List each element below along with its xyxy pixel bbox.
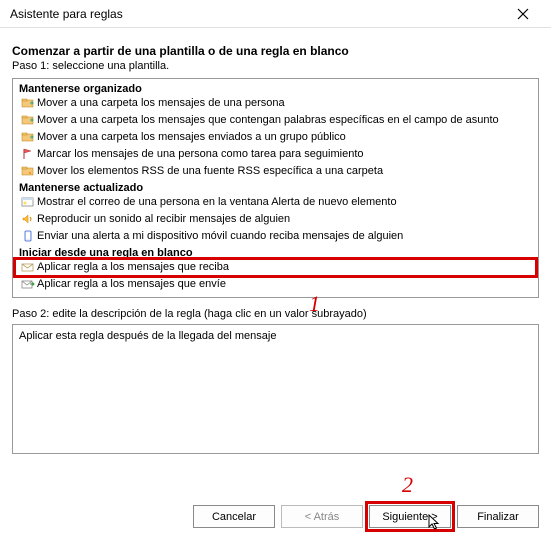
wizard-content: Comenzar a partir de una plantilla o de … <box>0 28 551 454</box>
rule-template-label: Reproducir un sonido al recibir mensajes… <box>37 212 290 227</box>
envelope-out-icon <box>21 277 35 291</box>
annotation-2: 2 <box>402 472 413 498</box>
back-button: < Atrás <box>281 505 363 528</box>
window-title: Asistente para reglas <box>10 7 123 21</box>
folder-move-icon <box>21 113 35 127</box>
rule-template-label: Enviar una alerta a mi dispositivo móvil… <box>37 229 403 244</box>
rule-template-label: Mostrar el correo de una persona en la v… <box>37 195 397 210</box>
envelope-in-icon <box>21 260 35 274</box>
rule-template-item[interactable]: Reproducir un sonido al recibir mensajes… <box>15 211 536 228</box>
rule-template-item[interactable]: Mostrar el correo de una persona en la v… <box>15 194 536 211</box>
title-bar: Asistente para reglas <box>0 0 551 28</box>
section-organized-label: Mantenerse organizado <box>19 83 536 95</box>
button-label: Cancelar <box>212 511 256 523</box>
rule-template-item[interactable]: Aplicar regla a los mensajes que envíe <box>15 276 536 293</box>
finish-button[interactable]: Finalizar <box>457 505 539 528</box>
sound-icon <box>21 212 35 226</box>
rule-template-item[interactable]: Enviar una alerta a mi dispositivo móvil… <box>15 228 536 245</box>
button-label: < Atrás <box>305 511 340 523</box>
rule-template-label: Marcar los mensajes de una persona como … <box>37 147 364 162</box>
step1-label: Paso 1: seleccione una plantilla. <box>12 60 539 72</box>
flag-icon <box>21 147 35 161</box>
cancel-button[interactable]: Cancelar <box>193 505 275 528</box>
rule-description-text: Aplicar esta regla después de la llegada… <box>19 330 276 342</box>
button-label: Finalizar <box>477 511 519 523</box>
button-label: Siguiente > <box>382 511 437 523</box>
wizard-button-bar: Cancelar < Atrás Siguiente > Finalizar <box>193 505 539 528</box>
next-button[interactable]: Siguiente > <box>369 505 451 528</box>
rule-template-label: Mover a una carpeta los mensajes enviado… <box>37 130 346 145</box>
step2-label: Paso 2: edite la descripción de la regla… <box>12 308 539 320</box>
rule-template-item[interactable]: Mover a una carpeta los mensajes enviado… <box>15 129 536 146</box>
folder-move-icon <box>21 96 35 110</box>
alert-window-icon <box>21 195 35 209</box>
rule-template-item[interactable]: Marcar los mensajes de una persona como … <box>15 146 536 163</box>
rule-template-item[interactable]: Mover los elementos RSS de una fuente RS… <box>15 163 536 180</box>
section-blank-label: Iniciar desde una regla en blanco <box>19 247 536 259</box>
intro-heading: Comenzar a partir de una plantilla o de … <box>12 44 539 58</box>
rule-template-label: Aplicar regla a los mensajes que envíe <box>37 277 226 292</box>
mobile-icon <box>21 229 35 243</box>
close-icon <box>517 8 529 20</box>
rule-template-label: Aplicar regla a los mensajes que reciba <box>37 260 229 275</box>
rule-template-item[interactable]: Mover a una carpeta los mensajes que con… <box>15 112 536 129</box>
folder-move-icon <box>21 130 35 144</box>
close-button[interactable] <box>503 0 543 28</box>
rule-template-label: Mover los elementos RSS de una fuente RS… <box>37 164 383 179</box>
rule-template-label: Mover a una carpeta los mensajes que con… <box>37 113 499 128</box>
section-updated-label: Mantenerse actualizado <box>19 182 536 194</box>
template-list: Mantenerse organizado Mover a una carpet… <box>12 78 539 298</box>
rule-template-label: Mover a una carpeta los mensajes de una … <box>37 96 285 111</box>
rule-template-item[interactable]: Mover a una carpeta los mensajes de una … <box>15 95 536 112</box>
rss-folder-icon <box>21 164 35 178</box>
rule-description-box[interactable]: Aplicar esta regla después de la llegada… <box>12 324 539 454</box>
rule-template-item-selected[interactable]: Aplicar regla a los mensajes que reciba <box>15 259 536 276</box>
